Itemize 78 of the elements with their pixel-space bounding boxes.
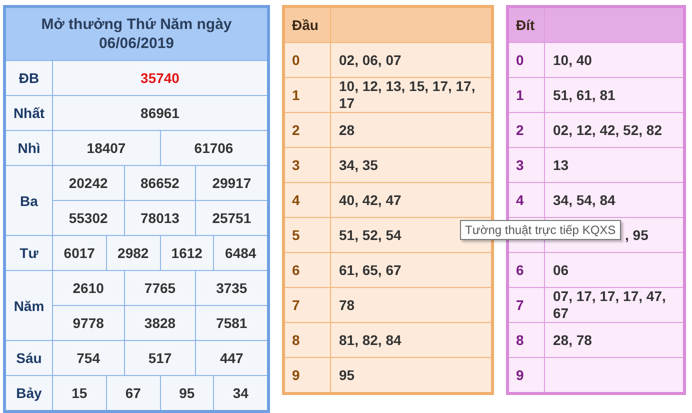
digit-label: 6 (292, 262, 300, 278)
prize-number: 86961 (140, 105, 180, 121)
loto-numbers: 10, 12, 13, 15, 17, 17, 17 (339, 78, 476, 112)
prize-number: 78013 (140, 210, 180, 226)
digit-label: 9 (292, 367, 300, 383)
prize-label: Nhất (6, 96, 52, 130)
digit-label: 3 (292, 157, 300, 173)
column-heading: Đít (516, 17, 535, 33)
digit-label: 8 (292, 332, 300, 348)
prize-number: 2982 (118, 245, 149, 261)
prize-label: Bảy (6, 376, 52, 410)
loto-numbers: 13 (553, 156, 569, 174)
digit-label: 4 (292, 192, 300, 208)
prize-number: 3735 (216, 280, 248, 296)
prize-number: 1612 (171, 245, 202, 261)
loto-numbers: 02, 12, 42, 52, 82 (553, 122, 662, 138)
results-title: 06/06/2019 (98, 34, 174, 53)
digit-label: 6 (516, 262, 524, 278)
digit-label: 1 (292, 87, 300, 103)
digit-label: 3 (516, 157, 524, 173)
loto-numbers: 34, 54, 84 (553, 192, 616, 208)
loto-numbers: 10, 40 (553, 52, 592, 68)
prize-number: 754 (76, 350, 100, 366)
prize-number: 15 (72, 385, 88, 401)
prize-number: 9778 (72, 315, 104, 331)
results-title: Mở thưởng Thứ Năm ngày (41, 15, 232, 34)
tooltip: Tường thuật trực tiếp KQXS (460, 220, 621, 240)
digit-label: 1 (516, 87, 524, 103)
prize-label: ĐB (6, 61, 52, 95)
prize-label: Tư (6, 236, 52, 270)
loto-numbers: 61, 65, 67 (339, 262, 402, 278)
prize-number: 6017 (64, 245, 95, 261)
prize-number: 34 (232, 385, 248, 401)
digit-label: 5 (292, 227, 300, 243)
prize-number: 517 (148, 350, 172, 366)
digit-label: 2 (292, 122, 300, 138)
prize-number: 29917 (212, 175, 252, 191)
loto-numbers: 40, 42, 47 (339, 192, 402, 208)
prize-number: 25751 (212, 210, 252, 226)
digit-label: 2 (516, 122, 524, 138)
prize-number: 447 (220, 350, 244, 366)
prize-number: 95 (179, 385, 195, 401)
loto-numbers: 07, 17, 17, 17, 47, 67 (553, 288, 667, 322)
loto-numbers: 78 (339, 296, 355, 314)
digit-label: 7 (516, 297, 524, 313)
prize-number: 61706 (194, 140, 234, 156)
prize-number: 2610 (72, 280, 104, 296)
prize-number: 55302 (68, 210, 108, 226)
loto-numbers: 34, 35 (339, 156, 378, 174)
digit-label: 7 (292, 297, 300, 313)
loto-numbers: , 95 (625, 226, 648, 244)
digit-label: 0 (516, 52, 524, 68)
column-heading: Đầu (292, 17, 318, 33)
prize-number: 18407 (86, 140, 126, 156)
prize-label: Ba (6, 166, 52, 235)
digit-label: 9 (516, 367, 524, 383)
loto-numbers: 28, 78 (553, 332, 592, 348)
prize-number: 67 (125, 385, 141, 401)
digit-label: 4 (516, 192, 524, 208)
prize-number: 86652 (140, 175, 180, 191)
digit-label: 8 (516, 332, 524, 348)
prize-number: 6484 (225, 245, 256, 261)
loto-numbers: 28 (339, 122, 355, 138)
prize-label: Năm (6, 271, 52, 340)
prize-number: 3828 (144, 315, 176, 331)
loto-numbers: 06 (553, 262, 569, 278)
loto-numbers: 51, 61, 81 (553, 86, 616, 104)
prize-number: 7581 (216, 315, 248, 331)
prize-number: 20242 (68, 175, 108, 191)
digit-label: 0 (292, 52, 300, 68)
prize-number: 35740 (140, 70, 180, 86)
loto-numbers: 02, 06, 07 (339, 52, 402, 68)
loto-numbers: 81, 82, 84 (339, 332, 402, 348)
loto-numbers: 95 (339, 366, 355, 384)
prize-label: Sáu (6, 341, 52, 375)
prize-number: 7765 (144, 280, 176, 296)
prize-label: Nhì (6, 131, 52, 165)
loto-numbers: 51, 52, 54 (339, 226, 402, 244)
